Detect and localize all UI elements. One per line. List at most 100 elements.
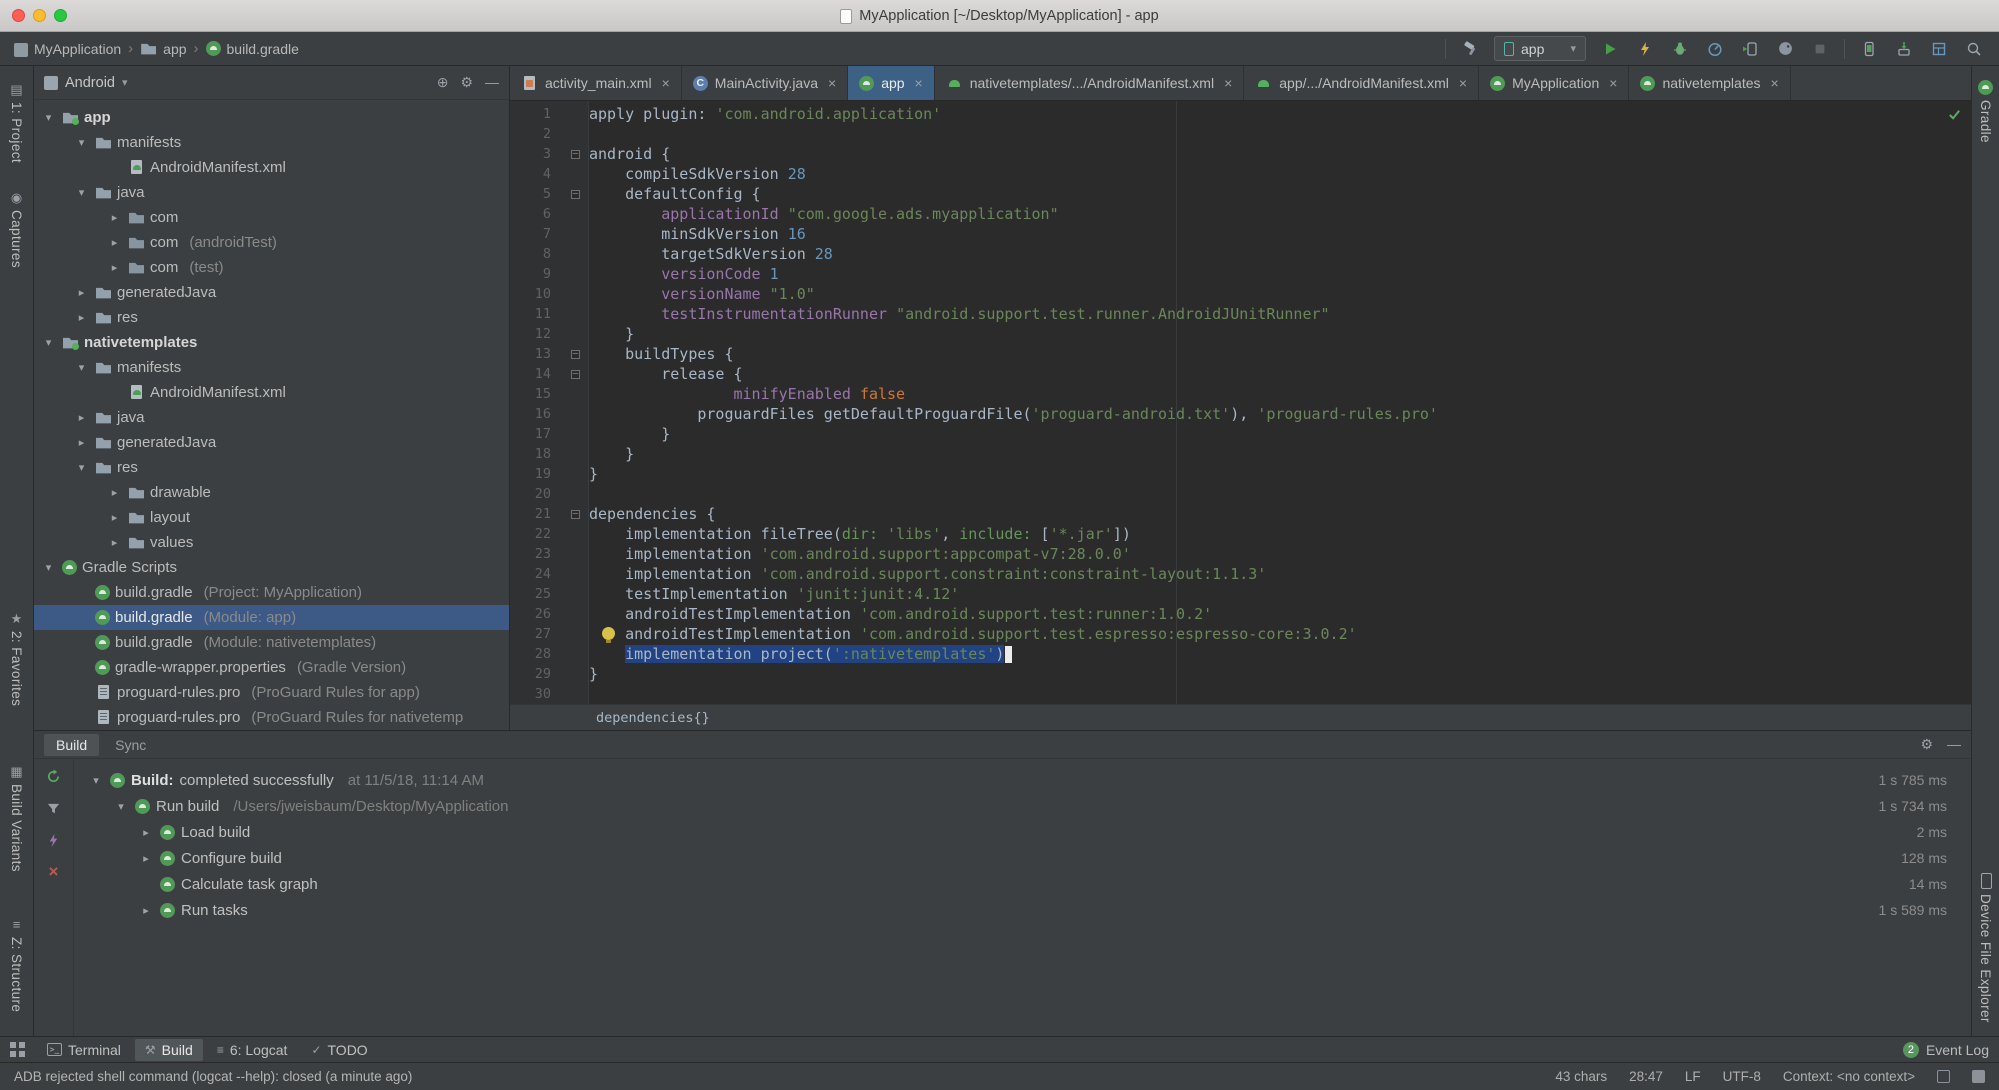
stripe-button-gradle[interactable]: Gradle — [1972, 80, 1999, 143]
tree-expand-icon[interactable]: ▸ — [138, 826, 154, 839]
build-row-load-build[interactable]: ▸ Load build 2 ms — [74, 819, 1971, 845]
rerun-build-button[interactable] — [46, 769, 61, 788]
tree-item-manifests[interactable]: ▾ manifests — [34, 355, 509, 380]
avd-manager-button[interactable] — [1858, 38, 1880, 60]
sync-gradle-button[interactable] — [1774, 38, 1796, 60]
tree-item-generatedjava[interactable]: ▸ generatedJava — [34, 280, 509, 305]
tool-window-switcher-icon[interactable] — [10, 1042, 25, 1057]
run-button[interactable] — [1599, 38, 1621, 60]
breadcrumb-item-build-gradle[interactable]: build.gradle — [205, 41, 299, 57]
intention-bulb-icon[interactable] — [602, 627, 615, 643]
code-line-11[interactable]: 11 testInstrumentationRunner "android.su… — [510, 304, 1971, 324]
debug-button[interactable] — [1669, 38, 1691, 60]
code-line-9[interactable]: 9 versionCode 1 — [510, 264, 1971, 284]
tree-expand-icon[interactable]: ▾ — [73, 186, 90, 199]
code-editor[interactable]: 1 apply plugin: 'com.android.application'… — [510, 101, 1971, 704]
breadcrumb-item-myapplication[interactable]: MyApplication — [14, 41, 121, 57]
tool-window-button-todo[interactable]: ✓ TODO — [301, 1039, 377, 1061]
tree-item-drawable[interactable]: ▸ drawable — [34, 480, 509, 505]
status-item-28-47[interactable]: 28:47 — [1629, 1069, 1663, 1084]
tree-expand-icon[interactable]: ▸ — [73, 411, 90, 424]
editor-tab-nativetemplates-androidmanifest-xml[interactable]: nativetemplates/.../AndroidManifest.xml × — [935, 66, 1245, 100]
tree-item-layout[interactable]: ▸ layout — [34, 505, 509, 530]
editor-tab-mainactivity-java[interactable]: C MainActivity.java × — [682, 66, 849, 100]
fold-icon[interactable]: – — [571, 369, 580, 379]
code-line-3[interactable]: 3 – android { — [510, 144, 1971, 164]
status-item-utf-8[interactable]: UTF-8 — [1723, 1069, 1761, 1084]
tree-item-com[interactable]: ▸ com — [34, 205, 509, 230]
tree-item-proguard-rules-pro-proguard-rules-for-na[interactable]: proguard-rules.pro (ProGuard Rules for na… — [34, 705, 509, 730]
code-line-5[interactable]: 5 – defaultConfig { — [510, 184, 1971, 204]
stop-button[interactable] — [1809, 38, 1831, 60]
close-icon[interactable]: × — [1609, 75, 1617, 91]
lock-icon[interactable] — [1937, 1070, 1950, 1083]
code-line-10[interactable]: 10 versionName "1.0" — [510, 284, 1971, 304]
tree-expand-icon[interactable]: ▾ — [40, 561, 57, 574]
search-everywhere-button[interactable] — [1963, 38, 1985, 60]
tree-expand-icon[interactable]: ▸ — [106, 536, 123, 549]
tree-item-generatedjava[interactable]: ▸ generatedJava — [34, 430, 509, 455]
tree-item-manifests[interactable]: ▾ manifests — [34, 130, 509, 155]
filter-messages-button[interactable] — [46, 801, 61, 820]
code-line-27[interactable]: 27 androidTestImplementation 'com.androi… — [510, 624, 1971, 644]
code-line-20[interactable]: 20 — [510, 484, 1971, 504]
tree-expand-icon[interactable]: ▸ — [73, 286, 90, 299]
tree-item-java[interactable]: ▾ java — [34, 180, 509, 205]
tree-item-androidmanifest-xml[interactable]: AndroidManifest.xml — [34, 380, 509, 405]
close-icon[interactable]: × — [915, 75, 923, 91]
sdk-manager-button[interactable] — [1893, 38, 1915, 60]
code-line-12[interactable]: 12 } — [510, 324, 1971, 344]
code-line-4[interactable]: 4 compileSdkVersion 28 — [510, 164, 1971, 184]
build-tab[interactable]: Build — [44, 733, 100, 756]
stripe-button-device-file-explorer[interactable]: Device File Explorer — [1972, 872, 1999, 1023]
close-build-button[interactable]: × — [49, 863, 59, 880]
code-line-30[interactable]: 30 — [510, 684, 1971, 704]
tree-item-nativetemplates[interactable]: ▾ nativetemplates — [34, 330, 509, 355]
tree-expand-icon[interactable]: ▾ — [73, 461, 90, 474]
editor-tab-app-androidmanifest-xml[interactable]: app/.../AndroidManifest.xml × — [1244, 66, 1480, 100]
code-line-2[interactable]: 2 — [510, 124, 1971, 144]
settings-gear-button[interactable]: ⚙ — [1920, 736, 1933, 753]
code-line-7[interactable]: 7 minSdkVersion 16 — [510, 224, 1971, 244]
attach-debugger-button[interactable] — [1739, 38, 1761, 60]
tree-expand-icon[interactable]: ▾ — [113, 800, 129, 813]
tree-item-androidmanifest-xml[interactable]: AndroidManifest.xml — [34, 155, 509, 180]
tree-item-build-gradle-module-app[interactable]: build.gradle (Module: app) — [34, 605, 509, 630]
tree-expand-icon[interactable]: ▾ — [88, 774, 104, 787]
code-line-17[interactable]: 17 } — [510, 424, 1971, 444]
tool-window-button-6-logcat[interactable]: ≡ 6: Logcat — [207, 1039, 298, 1061]
code-line-29[interactable]: 29} — [510, 664, 1971, 684]
tree-expand-icon[interactable]: ▸ — [106, 486, 123, 499]
close-icon[interactable]: × — [828, 75, 836, 91]
layout-inspector-button[interactable] — [1928, 38, 1950, 60]
locate-file-button[interactable]: ⊕ — [437, 74, 449, 91]
fold-icon[interactable]: – — [571, 509, 580, 519]
close-icon[interactable]: × — [1771, 75, 1779, 91]
minimize-panel-button[interactable]: — — [1947, 736, 1961, 753]
tree-item-com-test[interactable]: ▸ com (test) — [34, 255, 509, 280]
profiler-button[interactable] — [1704, 38, 1726, 60]
code-line-1[interactable]: 1 apply plugin: 'com.android.application' — [510, 104, 1971, 124]
tree-item-values[interactable]: ▸ values — [34, 530, 509, 555]
sync-tab[interactable]: Sync — [103, 734, 158, 756]
tree-expand-icon[interactable]: ▾ — [73, 361, 90, 374]
tree-item-res[interactable]: ▸ res — [34, 305, 509, 330]
build-row-run-build[interactable]: ▾ Run build/Users/jweisbaum/Desktop/MyApp… — [74, 793, 1971, 819]
fold-icon[interactable]: – — [571, 189, 580, 199]
project-view-selector[interactable]: Android — [65, 75, 115, 91]
editor-tab-app[interactable]: app × — [848, 66, 935, 100]
stripe-button-1-project[interactable]: ▤ 1: Project — [0, 83, 33, 164]
status-message[interactable]: ADB rejected shell command (logcat --hel… — [14, 1069, 412, 1084]
code-line-26[interactable]: 26 androidTestImplementation 'com.androi… — [510, 604, 1971, 624]
stripe-button-z-structure[interactable]: ≡ Z: Structure — [0, 918, 33, 1013]
stripe-button-2-favorites[interactable]: ★ 2: Favorites — [0, 612, 33, 707]
code-line-16[interactable]: 16 proguardFiles getDefaultProguardFile(… — [510, 404, 1971, 424]
editor-tab-myapplication[interactable]: MyApplication × — [1479, 66, 1630, 100]
code-line-13[interactable]: 13 – buildTypes { — [510, 344, 1971, 364]
code-line-14[interactable]: 14 – release { — [510, 364, 1971, 384]
tree-item-com-androidtest[interactable]: ▸ com (androidTest) — [34, 230, 509, 255]
close-icon[interactable]: × — [1459, 75, 1467, 91]
tree-expand-icon[interactable]: ▸ — [106, 261, 123, 274]
code-line-24[interactable]: 24 implementation 'com.android.support.c… — [510, 564, 1971, 584]
stripe-button-captures[interactable]: ◉ Captures — [0, 191, 33, 268]
